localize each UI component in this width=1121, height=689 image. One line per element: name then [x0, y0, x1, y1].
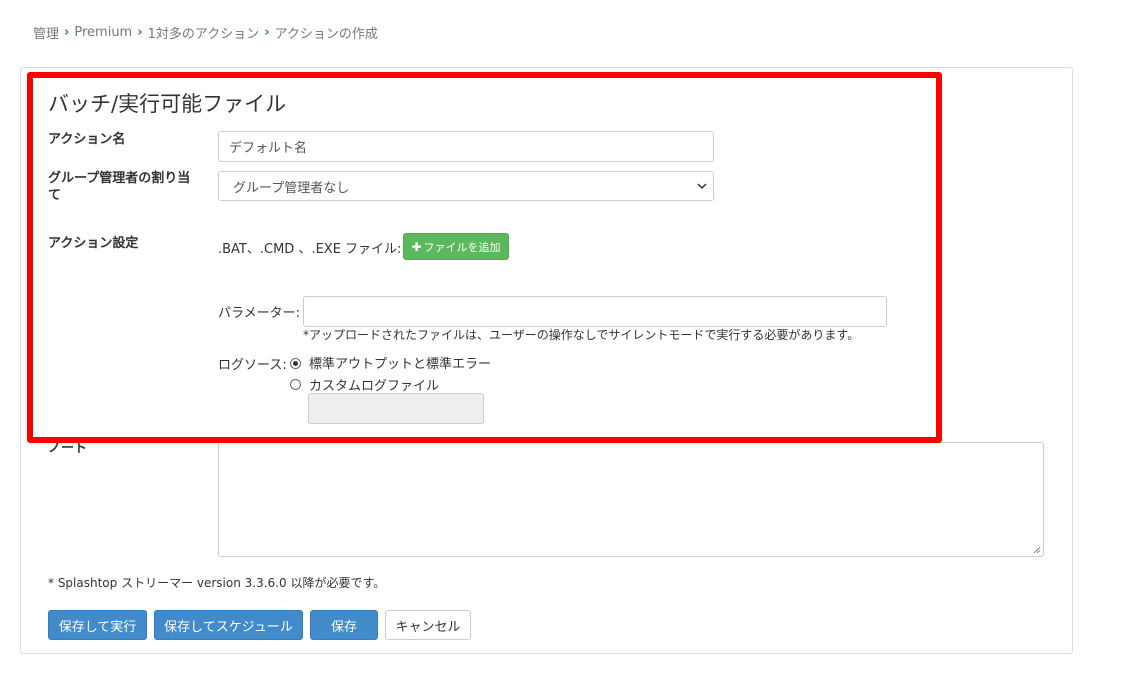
notes-label: ノート — [48, 441, 88, 456]
action-name-value: デフォルト名 — [229, 141, 308, 156]
cancel-button[interactable]: キャンセル — [385, 610, 471, 640]
resize-grip-icon[interactable] — [1033, 546, 1041, 554]
breadcrumb-item-premium[interactable]: Premium — [74, 25, 132, 40]
streamer-version-footnote: * Splashtop ストリーマー version 3.3.6.0 以降が必要… — [48, 576, 386, 590]
chevron-right-icon: › — [137, 25, 143, 40]
action-settings-label: アクション設定 — [48, 236, 139, 251]
breadcrumb: 管理 › Premium › 1対多のアクション › アクションの作成 — [33, 23, 378, 42]
breadcrumb-item-one-to-many[interactable]: 1対多のアクション — [148, 23, 260, 42]
chevron-right-icon: › — [264, 25, 270, 40]
action-name-input[interactable]: デフォルト名 — [218, 131, 714, 162]
chevron-right-icon: › — [64, 25, 70, 40]
notes-textarea[interactable] — [218, 442, 1044, 557]
log-option-custom-label[interactable]: カスタムログファイル — [309, 375, 439, 394]
save-button[interactable]: 保存 — [310, 610, 378, 640]
params-input[interactable] — [303, 296, 887, 327]
log-option-stdout-radio[interactable] — [290, 358, 301, 369]
breadcrumb-item-create-action: アクションの作成 — [274, 27, 378, 42]
add-file-button[interactable]: ✚ ファイルを追加 — [403, 233, 509, 260]
log-option-custom-radio[interactable] — [290, 379, 301, 390]
breadcrumb-item-admin[interactable]: 管理 — [33, 23, 59, 42]
custom-log-path-input — [308, 393, 484, 424]
group-admin-select[interactable]: グループ管理者なし — [218, 171, 714, 201]
log-option-stdout-label[interactable]: 標準アウトプットと標準エラー — [309, 353, 491, 372]
group-admin-selected-value: グループ管理者なし — [233, 180, 350, 196]
plus-icon: ✚ — [411, 239, 422, 254]
file-types-label: .BAT、.CMD 、.EXE ファイル: — [218, 242, 402, 257]
group-admin-label: グループ管理者の割り当て — [48, 171, 191, 203]
silent-mode-note: *アップロードされたファイルは、ユーザーの操作なしでサイレントモードで実行する必… — [303, 328, 860, 342]
params-label: パラメーター: — [218, 306, 300, 321]
log-source-label: ログソース: — [218, 358, 287, 373]
action-name-label: アクション名 — [48, 132, 126, 147]
chevron-down-icon — [697, 183, 707, 190]
add-file-button-label: ファイルを追加 — [423, 240, 501, 254]
save-and-schedule-button[interactable]: 保存してスケジュール — [154, 610, 303, 640]
save-and-run-button[interactable]: 保存して実行 — [48, 610, 147, 640]
page-title: バッチ/実行可能ファイル — [48, 92, 287, 116]
